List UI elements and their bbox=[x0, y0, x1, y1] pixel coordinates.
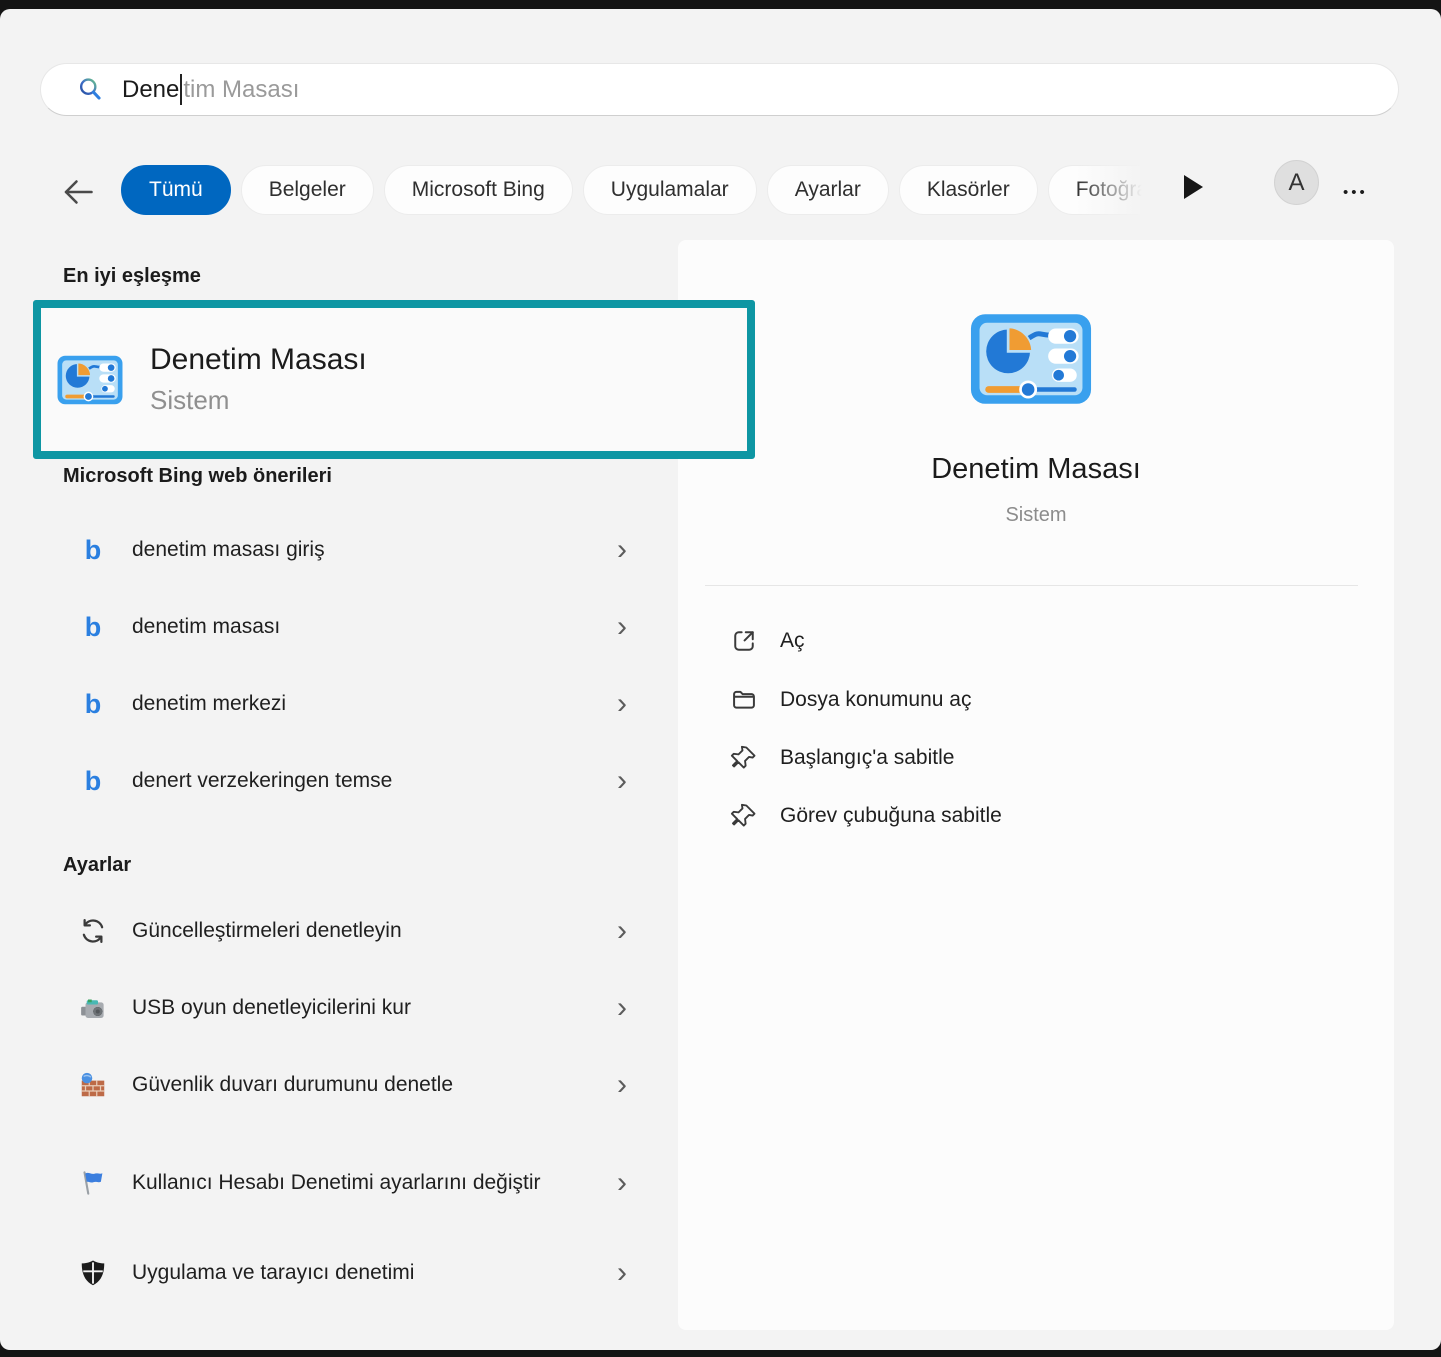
account-avatar[interactable]: A bbox=[1274, 160, 1319, 205]
settings-result-row[interactable]: Güvenlik duvarı durumunu denetle › bbox=[40, 1056, 635, 1114]
best-match-result[interactable]: Denetim Masası Sistem bbox=[33, 300, 755, 459]
tab-photos[interactable]: Fotoğraflar bbox=[1048, 165, 1161, 215]
firewall-icon bbox=[78, 1070, 108, 1100]
chevron-right-icon: › bbox=[617, 1168, 627, 1198]
text-cursor bbox=[180, 74, 182, 105]
result-label: Güncelleştirmeleri denetleyin bbox=[132, 915, 402, 948]
bing-icon: b bbox=[78, 766, 108, 796]
game-controller-setup-icon bbox=[78, 993, 108, 1023]
result-label: Güvenlik duvarı durumunu denetle bbox=[132, 1069, 453, 1102]
bing-suggestion-row[interactable]: b denetim masası › bbox=[40, 598, 635, 656]
best-match-heading: En iyi eşleşme bbox=[63, 265, 201, 288]
control-panel-icon bbox=[970, 312, 1092, 406]
defender-shield-icon bbox=[78, 1258, 108, 1288]
result-label: USB oyun denetleyicilerini kur bbox=[132, 992, 411, 1025]
preview-panel: Denetim Masası Sistem Aç Dosya konumunu … bbox=[678, 240, 1394, 1330]
action-label: Görev çubuğuna sabitle bbox=[780, 804, 1002, 828]
preview-title: Denetim Masası bbox=[678, 453, 1394, 486]
action-label: Dosya konumunu aç bbox=[780, 688, 971, 712]
bing-suggestion-row[interactable]: b denetim masası giriş › bbox=[40, 521, 635, 579]
tab-microsoft-bing[interactable]: Microsoft Bing bbox=[384, 165, 573, 215]
open-external-icon bbox=[730, 627, 758, 655]
bing-suggestion-row[interactable]: b denert verzekeringen temse › bbox=[40, 752, 635, 810]
chevron-right-icon: › bbox=[617, 612, 627, 642]
more-options-icon[interactable]: ••• bbox=[1343, 171, 1368, 213]
settings-section-heading: Ayarlar bbox=[63, 854, 131, 877]
action-pin-to-taskbar[interactable]: Görev çubuğuna sabitle bbox=[708, 793, 1358, 839]
tab-apps[interactable]: Uygulamalar bbox=[583, 165, 757, 215]
result-label: denetim merkezi bbox=[132, 688, 286, 721]
bing-icon: b bbox=[78, 612, 108, 642]
tab-settings[interactable]: Ayarlar bbox=[767, 165, 889, 215]
control-panel-icon bbox=[57, 354, 123, 406]
chevron-right-icon: › bbox=[617, 993, 627, 1023]
folder-icon bbox=[730, 686, 758, 714]
action-label: Başlangıç'a sabitle bbox=[780, 746, 954, 770]
bing-section-heading: Microsoft Bing web önerileri bbox=[63, 465, 332, 488]
best-match-subtitle: Sistem bbox=[150, 385, 367, 416]
settings-result-row[interactable]: Kullanıcı Hesabı Denetimi ayarlarını değ… bbox=[40, 1133, 635, 1233]
bing-icon: b bbox=[78, 535, 108, 565]
settings-result-row[interactable]: Uygulama ve tarayıcı denetimi › bbox=[40, 1244, 635, 1302]
settings-result-row[interactable]: Güncelleştirmeleri denetleyin › bbox=[40, 902, 635, 960]
action-label: Aç bbox=[780, 629, 805, 653]
pin-icon bbox=[730, 744, 758, 772]
chevron-right-icon: › bbox=[617, 916, 627, 946]
bing-icon: b bbox=[78, 689, 108, 719]
action-open[interactable]: Aç bbox=[708, 618, 1358, 664]
result-label: denetim masası giriş bbox=[132, 534, 325, 567]
search-icon bbox=[77, 76, 104, 103]
search-typed-text: Dene bbox=[122, 76, 179, 104]
result-label: denert verzekeringen temse bbox=[132, 765, 392, 798]
tabs-expand-icon[interactable] bbox=[1184, 175, 1206, 201]
search-suggestion-text: tim Masası bbox=[183, 76, 299, 104]
windows-search-flyout: Dene tim Masası Tümü Belgeler Microsoft … bbox=[0, 9, 1441, 1350]
pin-icon bbox=[730, 802, 758, 830]
best-match-title: Denetim Masası bbox=[150, 343, 367, 377]
settings-result-row[interactable]: USB oyun denetleyicilerini kur › bbox=[40, 979, 635, 1037]
tab-documents[interactable]: Belgeler bbox=[241, 165, 374, 215]
chevron-right-icon: › bbox=[617, 1258, 627, 1288]
divider bbox=[705, 585, 1358, 586]
action-open-file-location[interactable]: Dosya konumunu aç bbox=[708, 677, 1358, 723]
tab-folders[interactable]: Klasörler bbox=[899, 165, 1038, 215]
filter-tabs: Tümü Belgeler Microsoft Bing Uygulamalar… bbox=[121, 161, 1161, 219]
uac-flag-icon bbox=[78, 1168, 108, 1198]
action-pin-to-start[interactable]: Başlangıç'a sabitle bbox=[708, 735, 1358, 781]
result-label: denetim masası bbox=[132, 611, 280, 644]
search-input[interactable]: Dene tim Masası bbox=[40, 63, 1399, 116]
chevron-right-icon: › bbox=[617, 689, 627, 719]
bing-suggestion-row[interactable]: b denetim merkezi › bbox=[40, 675, 635, 733]
back-arrow-icon[interactable] bbox=[60, 174, 96, 210]
tab-all[interactable]: Tümü bbox=[121, 165, 231, 215]
preview-subtitle: Sistem bbox=[678, 504, 1394, 527]
result-label: Uygulama ve tarayıcı denetimi bbox=[132, 1257, 414, 1290]
result-label: Kullanıcı Hesabı Denetimi ayarlarını değ… bbox=[132, 1167, 541, 1200]
chevron-right-icon: › bbox=[617, 535, 627, 565]
chevron-right-icon: › bbox=[617, 766, 627, 796]
sync-icon bbox=[78, 916, 108, 946]
chevron-right-icon: › bbox=[617, 1070, 627, 1100]
